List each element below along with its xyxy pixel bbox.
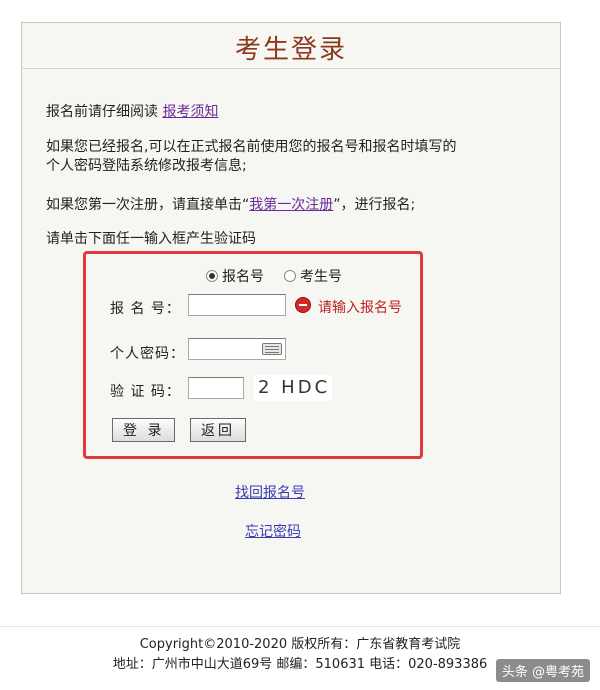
radio-registration-number[interactable]: 报名号 [206,266,264,286]
login-button[interactable]: 登 录 [112,418,176,442]
captcha-image[interactable]: 2 HDC [254,375,332,401]
id-type-radio-group: 报名号 考生号 [206,266,342,286]
first-register-link[interactable]: 我第一次注册 [249,197,333,213]
back-button[interactable]: 返回 [190,418,246,442]
radio-candidate-number-control[interactable] [284,270,296,282]
captcha-label: 验 证 码： [110,384,181,400]
first-time-suffix: ”，进行报名; [333,197,416,213]
first-time-prefix: 如果您第一次注册，请直接单击“ [46,197,250,213]
error-icon [295,297,311,313]
recover-registration-link[interactable]: 找回报名号 [235,482,305,502]
info-line-1: 如果您已经报名,可以在正式报名前使用您的报名号和报名时填写的 [46,139,457,155]
login-panel: 考生登录 报名前请仔细阅读 报考须知 如果您已经报名,可以在正式报名前使用您的报… [21,22,561,594]
radio-candidate-number-label: 考生号 [300,269,342,285]
registration-error-text: 请输入报名号 [318,300,402,316]
radio-registration-number-control[interactable] [206,270,218,282]
captcha-prompt: 请单击下面任一输入框产生验证码 [46,231,256,247]
title-bar: 考生登录 [22,23,560,69]
page-title: 考生登录 [234,35,347,65]
login-form-box: 报名号 考生号 报 名 号： 请输入报名号 个人密码： 验 证 码： 2 HDC… [83,251,423,459]
footer-copyright: Copyright©2010-2020 版权所有：广东省教育考试院 [139,637,461,652]
keyboard-icon[interactable] [262,343,282,355]
password-input[interactable] [188,338,286,360]
captcha-input[interactable] [188,377,244,399]
source-watermark: 头条 @粤考苑 [495,659,590,682]
info-line-2: 个人密码登陆系统修改报考信息; [46,158,247,174]
radio-candidate-number[interactable]: 考生号 [284,266,342,286]
notice-prefix: 报名前请仔细阅读 [46,104,158,120]
forgot-password-link[interactable]: 忘记密码 [245,521,301,541]
radio-registration-number-label: 报名号 [222,269,264,285]
first-time-line: 如果您第一次注册，请直接单击“我第一次注册”，进行报名; [46,194,415,214]
password-label: 个人密码： [110,346,185,362]
notice-line: 报名前请仔细阅读 报考须知 [46,101,218,121]
notice-link[interactable]: 报考须知 [162,104,218,120]
registration-number-input[interactable] [188,294,286,316]
registration-label: 报 名 号： [110,301,181,317]
